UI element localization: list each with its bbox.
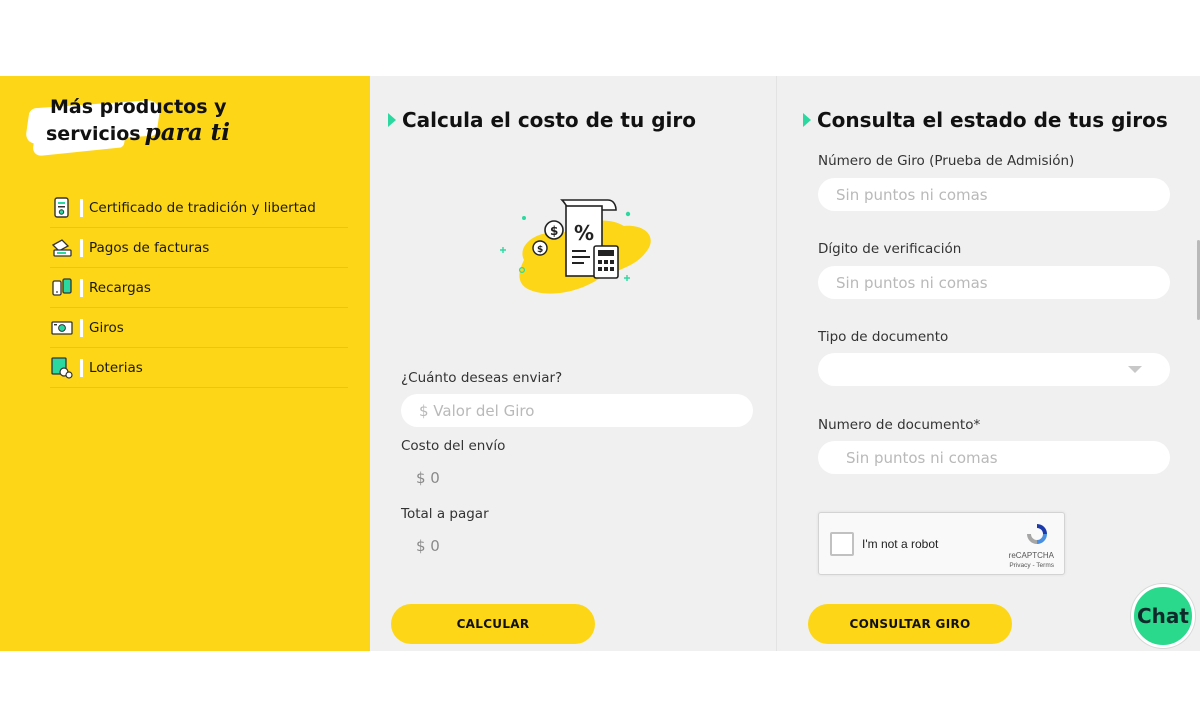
- shipping-cost-label: Costo del envío: [401, 438, 506, 454]
- money-transfer-icon: [50, 316, 74, 340]
- check-digit-input[interactable]: [818, 266, 1170, 299]
- sidebar-item-pagos[interactable]: Pagos de facturas: [50, 228, 348, 268]
- sidebar-title-script: para ti: [144, 119, 230, 146]
- sidebar-item-giros[interactable]: Giros: [50, 308, 348, 348]
- total-label: Total a pagar: [401, 506, 489, 522]
- sidebar: Más productos y servicios para ti Certifi…: [0, 76, 370, 651]
- sidebar-title: Más productos y servicios para ti: [24, 94, 306, 157]
- send-amount-input[interactable]: [401, 394, 753, 427]
- calculator-title-text: Calcula el costo de tu giro: [402, 108, 696, 132]
- sidebar-item-recargas[interactable]: Recargas: [50, 268, 348, 308]
- lottery-icon: [50, 356, 74, 380]
- sidebar-menu: Certificado de tradición y libertad Pago…: [50, 188, 348, 388]
- consulta-title: Consulta el estado de tus giros: [803, 108, 1168, 132]
- sidebar-item-label: Recargas: [89, 279, 151, 296]
- sidebar-item-certificado[interactable]: Certificado de tradición y libertad: [50, 188, 348, 228]
- document-number-label: Numero de documento*: [818, 417, 981, 433]
- sidebar-item-label: Giros: [89, 319, 124, 336]
- sidebar-title-line2-text: servicios: [46, 123, 141, 145]
- sidebar-title-line1: Más productos y: [50, 96, 227, 118]
- menu-item-divider-bar: [80, 238, 83, 257]
- calculate-button[interactable]: CALCULAR: [391, 604, 595, 644]
- consulta-title-text: Consulta el estado de tus giros: [817, 108, 1168, 132]
- consulta-panel: Consulta el estado de tus giros Número d…: [777, 76, 1200, 651]
- check-digit-label: Dígito de verificación: [818, 241, 962, 257]
- title-triangle-icon: [388, 113, 396, 127]
- recaptcha-brand: reCAPTCHA: [1008, 551, 1054, 560]
- menu-item-divider-bar: [80, 358, 83, 377]
- calculator-title: Calcula el costo de tu giro: [388, 108, 696, 132]
- menu-item-divider-bar: [80, 318, 83, 337]
- sidebar-item-label: Pagos de facturas: [89, 239, 210, 256]
- sidebar-item-label: Certificado de tradición y libertad: [89, 199, 316, 216]
- chevron-down-icon: [1128, 366, 1142, 373]
- sidebar-item-label: Loterias: [89, 359, 143, 376]
- document-type-label: Tipo de documento: [818, 329, 949, 345]
- bill-payment-icon: [50, 236, 74, 260]
- recaptcha-logo-icon: [1027, 524, 1047, 544]
- consult-giro-button[interactable]: CONSULTAR GIRO: [808, 604, 1012, 644]
- svg-text:%: %: [574, 221, 594, 245]
- title-triangle-icon: [803, 113, 811, 127]
- recaptcha-label: I'm not a robot: [862, 537, 939, 551]
- shipping-cost-value: $ 0: [416, 469, 440, 487]
- recaptcha-widget: I'm not a robot reCAPTCHA Privacy - Term…: [818, 512, 1065, 575]
- recaptcha-links[interactable]: Privacy - Terms: [1009, 562, 1054, 569]
- svg-text:$: $: [537, 245, 543, 255]
- certificate-icon: [50, 196, 74, 220]
- giro-number-label: Número de Giro (Prueba de Admisión): [818, 153, 1075, 169]
- content-band: Más productos y servicios para ti Certifi…: [0, 76, 1200, 651]
- sidebar-title-line2: servicios para ti: [46, 120, 306, 147]
- sidebar-item-loterias[interactable]: Loterias: [50, 348, 348, 388]
- svg-text:$: $: [550, 224, 558, 238]
- giro-number-input[interactable]: [818, 178, 1170, 211]
- menu-item-divider-bar: [80, 198, 83, 217]
- calculator-receipt-illustration: % $ $: [500, 199, 651, 294]
- menu-item-divider-bar: [80, 278, 83, 297]
- recaptcha-checkbox[interactable]: [830, 532, 854, 556]
- total-value: $ 0: [416, 537, 440, 555]
- phone-recharge-icon: [50, 276, 74, 300]
- calculator-panel: Calcula el costo de tu giro % $ $ ¿Cuánt…: [370, 76, 776, 651]
- chat-button[interactable]: Chat: [1131, 584, 1195, 648]
- document-number-input[interactable]: [818, 441, 1170, 474]
- document-type-select[interactable]: [818, 353, 1170, 386]
- page: Más productos y servicios para ti Certifi…: [0, 0, 1200, 727]
- send-amount-label: ¿Cuánto deseas enviar?: [401, 370, 563, 386]
- chat-label: Chat: [1137, 604, 1189, 628]
